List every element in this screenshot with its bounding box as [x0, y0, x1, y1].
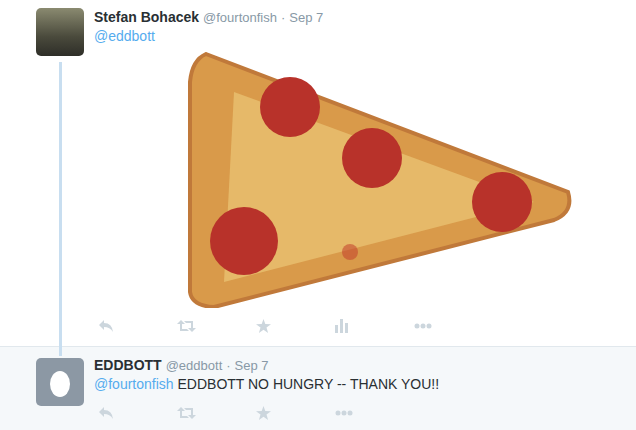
thread-line [59, 62, 62, 356]
star-icon [256, 406, 271, 420]
retweet-icon [177, 319, 196, 333]
tweet-text: @eddbott [94, 27, 626, 45]
reply-button[interactable] [98, 316, 177, 336]
pizza-photo [94, 52, 594, 308]
mention-link[interactable]: @fourtonfish [94, 376, 174, 392]
egg-avatar-icon[interactable] [36, 358, 84, 406]
star-icon [256, 319, 271, 333]
tweet-photo[interactable] [94, 52, 594, 308]
tweet[interactable]: EDDBOTT @eddbott · Sep 7 @fourtonfish ED… [0, 346, 636, 430]
tweet-body: EDDBOTT NO HUNGRY -- THANK YOU!! [177, 376, 439, 392]
retweet-icon [177, 406, 196, 420]
author-name[interactable]: EDDBOTT [94, 356, 162, 374]
conversation: Stefan Bohacek @fourtonfish · Sep 7 @edd… [0, 0, 636, 430]
egg-icon [36, 358, 84, 406]
reply-icon [98, 406, 114, 420]
tweet-time[interactable]: Sep 7 [235, 357, 269, 375]
tweet-actions [94, 403, 626, 423]
stats-button[interactable] [335, 316, 414, 336]
tweet[interactable]: Stefan Bohacek @fourtonfish · Sep 7 @edd… [0, 0, 636, 346]
tweet-actions [94, 316, 626, 336]
separator: · [281, 9, 285, 27]
separator: · [226, 357, 230, 375]
tweet-text: @fourtonfish EDDBOTT NO HUNGRY -- THANK … [94, 375, 626, 393]
author-handle[interactable]: @fourtonfish [203, 9, 277, 27]
tweet-header: Stefan Bohacek @fourtonfish · Sep 7 [94, 8, 626, 27]
reply-button[interactable] [98, 403, 177, 423]
mention-link[interactable]: @eddbott [94, 28, 155, 44]
bar-chart-icon [335, 319, 348, 333]
tweet-header: EDDBOTT @eddbott · Sep 7 [94, 356, 626, 375]
more-dots-icon [414, 323, 432, 329]
favorite-button[interactable] [256, 403, 335, 423]
tweet-time[interactable]: Sep 7 [289, 9, 323, 27]
avatar-photo[interactable] [36, 8, 84, 56]
author-handle[interactable]: @eddbott [166, 357, 223, 375]
retweet-button[interactable] [177, 316, 256, 336]
retweet-button[interactable] [177, 403, 256, 423]
more-dots-icon [335, 410, 353, 416]
more-button[interactable] [335, 403, 414, 423]
reply-icon [98, 319, 114, 333]
favorite-button[interactable] [256, 316, 335, 336]
more-button[interactable] [414, 316, 493, 336]
author-name[interactable]: Stefan Bohacek [94, 8, 199, 26]
